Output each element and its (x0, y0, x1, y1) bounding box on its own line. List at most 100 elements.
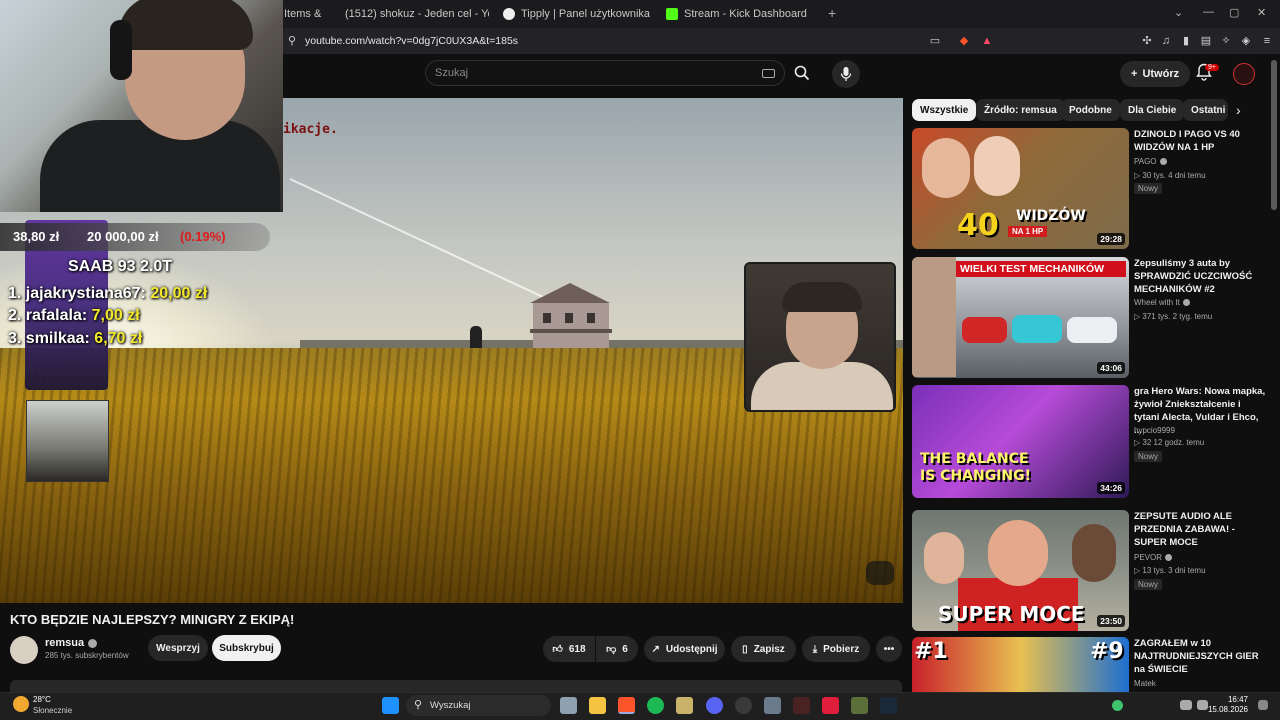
app-icon[interactable] (676, 697, 693, 714)
verified-icon (1182, 299, 1190, 306)
page-scrollbar[interactable] (1271, 60, 1277, 210)
file-explorer-icon[interactable] (589, 697, 606, 714)
subscribe-button[interactable]: Subskrybuj (212, 635, 281, 661)
spotify-icon[interactable] (647, 697, 664, 714)
windows-start-icon[interactable] (382, 697, 399, 714)
chip-from-channel[interactable]: Źródło: remsua (976, 99, 1065, 121)
task-view-icon[interactable] (560, 697, 577, 714)
thumbnail-text: SUPER MOCE (938, 602, 1085, 626)
weather-description[interactable]: Słonecznie (33, 706, 72, 715)
thumbnail-banner: WIELKI TEST MECHANIKÓW (956, 261, 1126, 277)
media-icon[interactable]: ♫ (1160, 35, 1172, 47)
chip-recent[interactable]: Ostatni (1183, 99, 1228, 121)
chip-label: Dla Ciebie (1128, 104, 1177, 116)
video-channel[interactable]: Matek (1134, 679, 1156, 688)
obs-icon[interactable] (735, 697, 752, 714)
keyboard-icon[interactable] (762, 69, 775, 78)
video-meta: ▷ 371 tys. 2 tyg. temu (1134, 312, 1213, 321)
url-field[interactable]: youtube.com/watch?v=0dg7jC0UX3A&t=185s (305, 35, 518, 47)
brave-browser-icon[interactable] (618, 697, 635, 714)
recommended-video[interactable]: WIELKI TEST MECHANIKÓW 43:06 Zepsuliśmy … (912, 257, 1272, 379)
network-icon[interactable] (1180, 700, 1192, 710)
video-title[interactable]: ZEPSUTE AUDIO ALE PRZEDNIA ZABAWA! - SUP… (1134, 510, 1266, 549)
donor-amount: 6,70 zł (94, 330, 143, 347)
brave-shields-icon[interactable]: ◆ (958, 35, 970, 47)
recommended-video[interactable]: 40 WIDZÓW NA 1 HP 29:28 DZINOLD I PAGO V… (912, 128, 1272, 250)
create-button[interactable]: + Utwórz (1120, 61, 1191, 87)
maximize-button[interactable]: ▢ (1229, 6, 1239, 19)
player-control-icon[interactable] (866, 561, 894, 585)
download-button[interactable]: ⤓ Pobierz (802, 636, 870, 662)
search-input[interactable] (426, 61, 726, 85)
system-clock[interactable]: 16:47 15.08.2026 (1208, 695, 1248, 715)
menu-icon[interactable]: ≡ (1261, 35, 1273, 47)
video-title[interactable]: Zepsuliśmy 3 auta by SPRAWDZIĆ UCZCIWOŚĆ… (1134, 257, 1266, 296)
video-title[interactable]: DZINOLD I PAGO VS 40 WIDZÓW NA 1 HP (1134, 128, 1266, 154)
chip-related[interactable]: Podobne (1061, 99, 1120, 121)
wallet-icon[interactable]: ▤ (1200, 35, 1212, 47)
video-channel[interactable]: Wheel with It (1134, 298, 1190, 307)
close-button[interactable]: ✕ (1257, 6, 1266, 19)
new-tab-button[interactable]: + (828, 5, 836, 21)
extensions-icon[interactable]: ✣ (1141, 35, 1153, 47)
video-thumbnail[interactable]: THE BALANCE IS CHANGING! 34:26 (912, 385, 1129, 498)
app-icon[interactable] (851, 697, 868, 714)
weather-temperature[interactable]: 28°C (33, 695, 51, 704)
verified-icon (88, 638, 98, 648)
recommended-video[interactable]: #1 #9 ZAGRAŁEM w 10 NAJTRUDNIEJSZYCH GIE… (912, 637, 1272, 692)
vpn-icon[interactable]: ◈ (1240, 35, 1252, 47)
chip-for-you[interactable]: Dla Ciebie (1120, 99, 1185, 121)
weather-icon[interactable] (13, 696, 29, 712)
discord-icon[interactable] (706, 697, 723, 714)
verified-icon (1165, 554, 1173, 561)
app-icon[interactable] (793, 697, 810, 714)
share-button[interactable]: ↗ Udostępnij (644, 636, 725, 662)
minimize-button[interactable]: — (1203, 6, 1214, 18)
notifications-icon[interactable] (1258, 700, 1268, 710)
search-button[interactable] (788, 60, 816, 86)
sidebar-icon[interactable]: ▮ (1180, 35, 1192, 47)
voice-search-button[interactable] (832, 60, 860, 88)
thumbs-down-icon: 👎︎ (606, 644, 617, 655)
channel-label: PEVOR (1134, 553, 1163, 562)
app-icon[interactable] (822, 697, 839, 714)
support-button[interactable]: Wesprzyj (148, 635, 208, 661)
video-channel[interactable]: PAGO (1134, 157, 1167, 166)
channel-avatar[interactable] (10, 636, 38, 664)
tab-youtube[interactable]: (1512) shokuz - Jeden cel - YouTube (339, 4, 489, 24)
account-avatar[interactable] (1233, 63, 1255, 85)
more-actions-button[interactable]: ••• (876, 636, 902, 662)
tab-items[interactable]: Items & (284, 4, 326, 24)
save-label: Zapisz (753, 643, 785, 655)
video-thumbnail[interactable]: SUPER MOCE 23:50 (912, 510, 1129, 631)
settings-icon[interactable] (764, 697, 781, 714)
recommended-video[interactable]: THE BALANCE IS CHANGING! 34:26 gra Hero … (912, 385, 1272, 500)
site-info-icon[interactable]: ⚲ (286, 35, 298, 47)
tab-search-icon[interactable]: ⌄ (1174, 6, 1183, 19)
donor-name: smilkaa: (25, 330, 90, 347)
video-title[interactable]: ZAGRAŁEM w 10 NAJTRUDNIEJSZYCH GIER na Ś… (1134, 637, 1266, 676)
recommended-video[interactable]: SUPER MOCE 23:50 ZEPSUTE AUDIO ALE PRZED… (912, 510, 1272, 632)
video-thumbnail[interactable]: WIELKI TEST MECHANIKÓW 43:06 (912, 257, 1129, 378)
facecam-hair (782, 282, 862, 312)
cast-icon[interactable]: ▭ (929, 35, 941, 47)
tray-status-icon[interactable] (1112, 700, 1123, 711)
chevron-right-icon[interactable]: › (1236, 103, 1250, 117)
leo-icon[interactable]: ✧ (1220, 35, 1232, 47)
tab-kick[interactable]: Stream - Kick Dashboard (666, 4, 816, 24)
channel-name[interactable]: remsua (45, 637, 98, 649)
dislike-button[interactable]: 👎︎ 6 (596, 636, 638, 662)
save-button[interactable]: ▯ Zapisz (731, 636, 796, 662)
video-channel[interactable]: hypcio9999 (1134, 426, 1175, 435)
volume-icon[interactable] (1197, 700, 1208, 710)
chip-all[interactable]: Wszystkie (912, 99, 977, 121)
like-button[interactable]: 👍︎ 618 (543, 636, 595, 662)
taskbar-search[interactable]: ⚲ Wyszukaj (406, 695, 551, 716)
video-thumbnail[interactable]: 40 WIDZÓW NA 1 HP 29:28 (912, 128, 1129, 249)
video-thumbnail[interactable]: #1 #9 (912, 637, 1129, 692)
steam-icon[interactable] (880, 697, 897, 714)
dislike-count: 6 (622, 643, 628, 655)
brave-rewards-icon[interactable]: ▲ (981, 35, 993, 47)
tab-tipply[interactable]: Tipply | Panel użytkownika (503, 4, 653, 24)
video-channel[interactable]: PEVOR (1134, 553, 1173, 562)
